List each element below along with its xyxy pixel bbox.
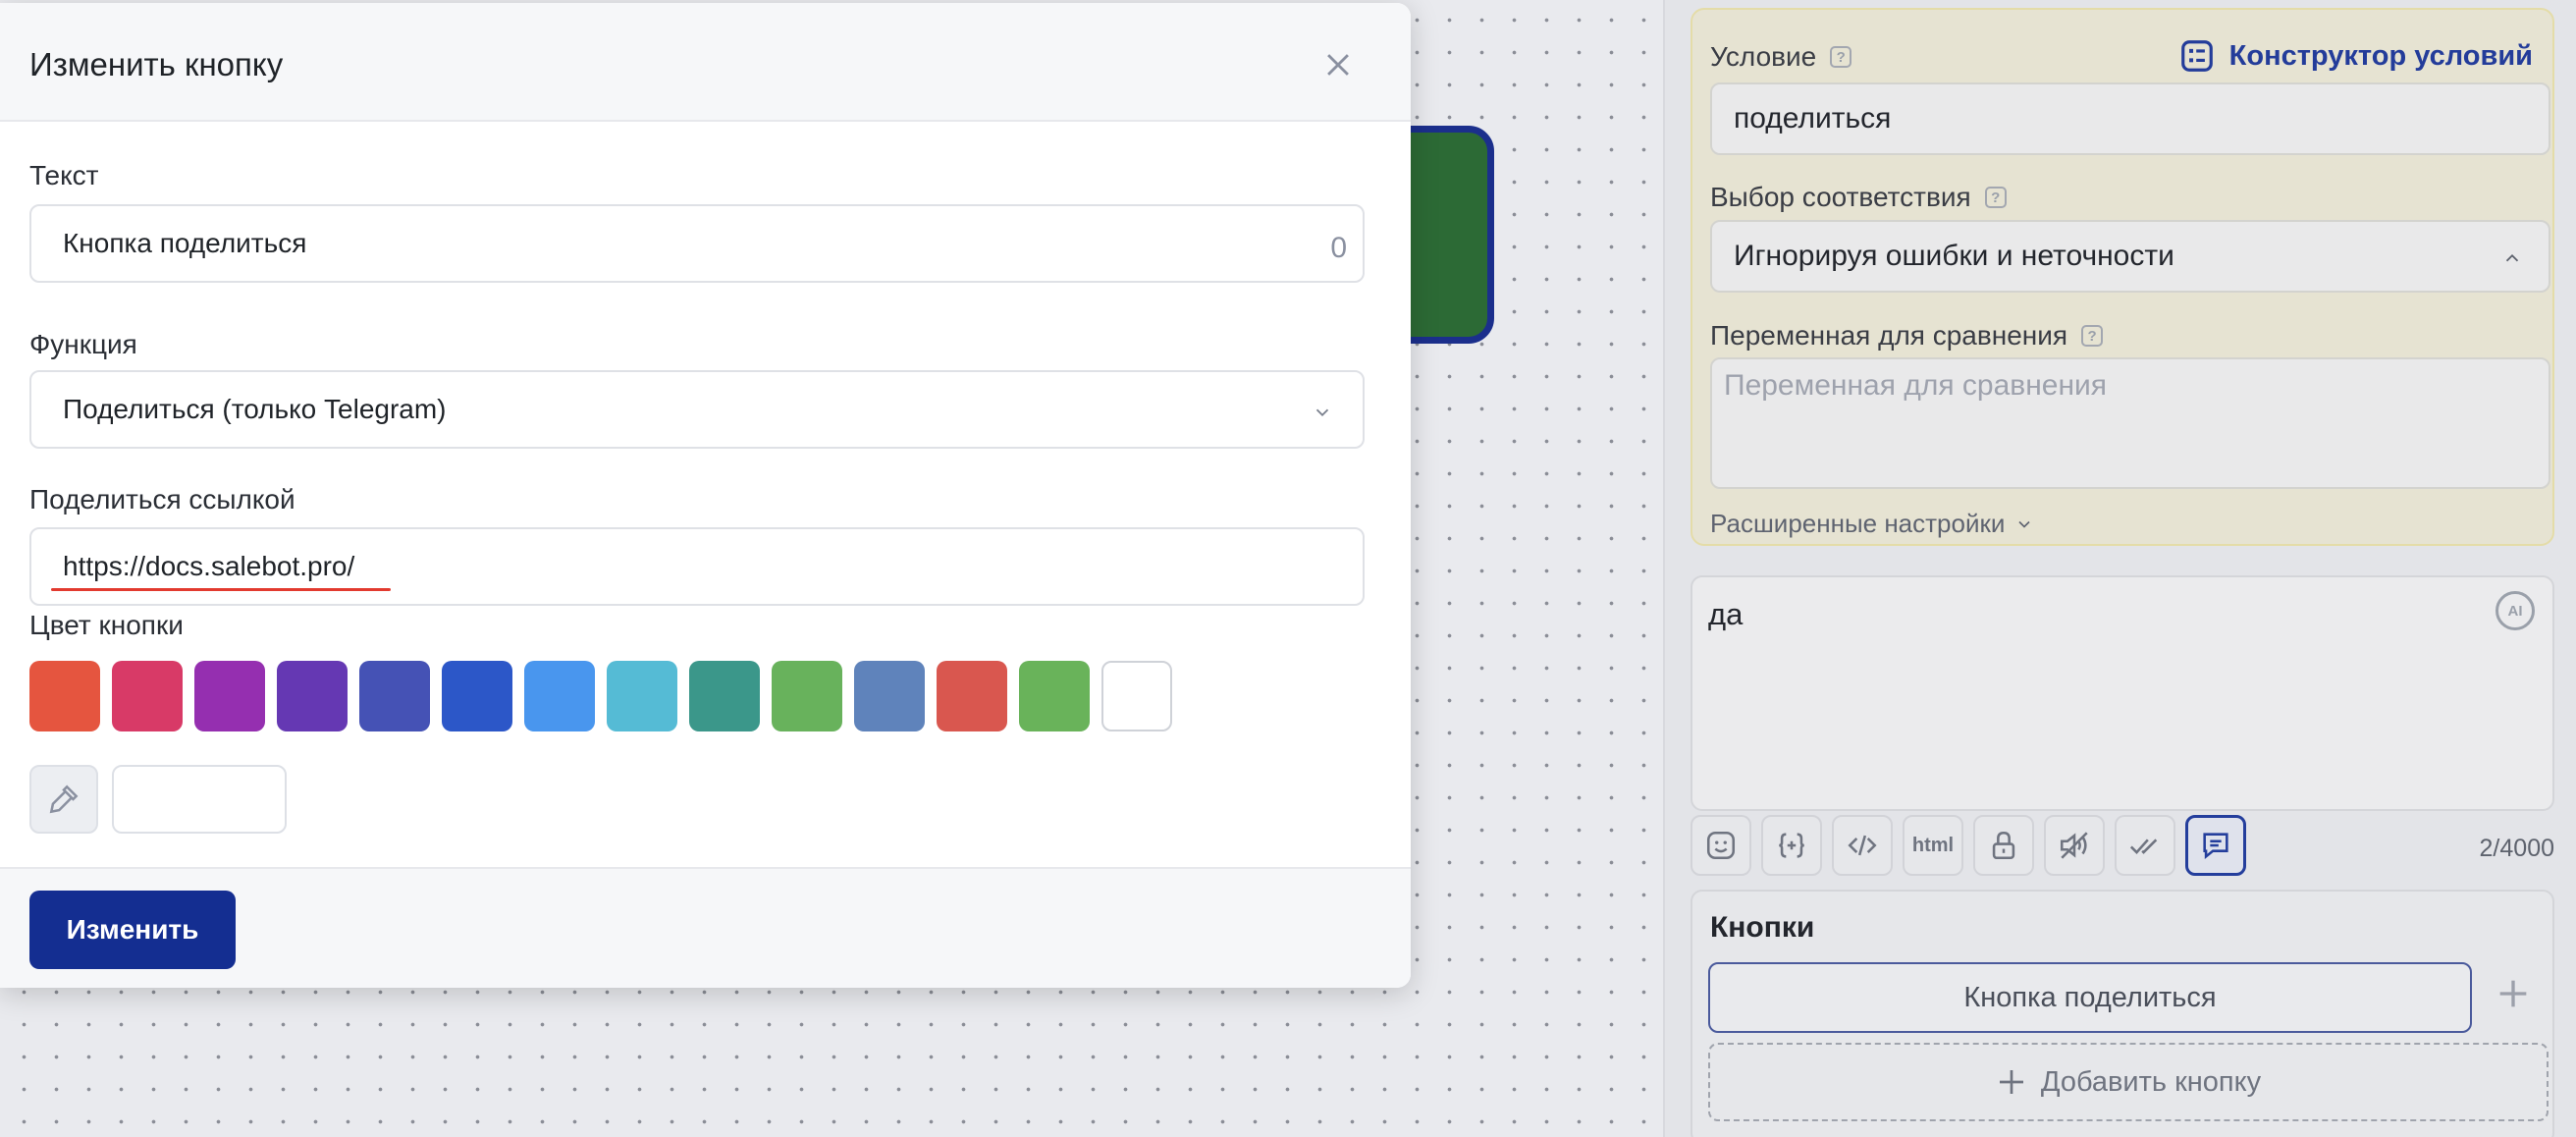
hex-color-input[interactable] xyxy=(112,765,287,834)
color-swatch[interactable] xyxy=(689,661,760,731)
chevron-down-icon xyxy=(1315,408,1329,417)
settings-panel: Условие ? Конструктор условий поделиться… xyxy=(1663,0,2576,1137)
compare-variable-input[interactable]: Переменная для сравнения xyxy=(1710,357,2550,489)
close-icon[interactable] xyxy=(1321,48,1355,81)
braces-icon xyxy=(1779,833,1804,858)
color-swatch[interactable] xyxy=(524,661,595,731)
button-text-input[interactable]: Кнопка поделиться 0 xyxy=(29,204,1365,283)
color-swatch[interactable] xyxy=(29,661,100,731)
function-select[interactable]: Поделиться (только Telegram) xyxy=(29,370,1365,449)
mute-sound-button[interactable] xyxy=(2044,815,2105,876)
modal-header: Изменить кнопку xyxy=(0,3,1411,122)
ai-icon[interactable]: AI xyxy=(2496,591,2535,630)
share-link-label: Поделиться ссылкой xyxy=(29,484,295,514)
color-swatch[interactable] xyxy=(1019,661,1090,731)
match-select[interactable]: Игнорируя ошибки и неточности xyxy=(1710,220,2550,293)
code-button[interactable] xyxy=(1832,815,1893,876)
read-receipt-button[interactable] xyxy=(2115,815,2175,876)
share-link-input[interactable]: https://docs.salebot.pro/ xyxy=(29,527,1365,606)
text-counter: 0 xyxy=(1330,232,1347,264)
edit-button-modal: Изменить кнопку Текст Кнопка поделиться … xyxy=(0,3,1411,988)
help-icon[interactable]: ? xyxy=(1984,187,2007,208)
color-swatch[interactable] xyxy=(607,661,677,731)
buttons-card: Кнопки Кнопка поделиться Добавить кнопку xyxy=(1690,890,2554,1137)
color-swatch[interactable] xyxy=(937,661,1007,731)
html-button[interactable]: html xyxy=(1903,815,1963,876)
message-textarea[interactable]: да AI xyxy=(1690,575,2554,811)
help-icon[interactable]: ? xyxy=(1830,46,1852,68)
modal-footer: Изменить xyxy=(0,867,1411,988)
char-counter: 2/4000 xyxy=(2479,835,2554,862)
color-swatch[interactable] xyxy=(112,661,183,731)
bot-button-item[interactable]: Кнопка поделиться xyxy=(1708,962,2472,1033)
buttons-title: Кнопки xyxy=(1710,911,1815,944)
add-button-button[interactable]: Добавить кнопку xyxy=(1708,1043,2549,1121)
plus-icon xyxy=(1999,1070,2023,1094)
double-check-icon xyxy=(2129,839,2158,854)
color-swatches xyxy=(29,661,1172,731)
pipette-icon xyxy=(49,785,79,814)
submit-change-button[interactable]: Изменить xyxy=(29,891,236,969)
lock-icon xyxy=(1992,831,2015,860)
color-swatch[interactable] xyxy=(1101,661,1172,731)
color-label: Цвет кнопки xyxy=(29,610,184,640)
function-label: Функция xyxy=(29,329,137,359)
code-icon xyxy=(1848,835,1877,856)
message-mode-button[interactable] xyxy=(2185,815,2246,876)
color-swatch[interactable] xyxy=(854,661,925,731)
match-label: Выбор соответствия ? xyxy=(1710,182,2007,213)
message-toolbar: html xyxy=(1690,815,2246,876)
list-icon xyxy=(2180,40,2213,72)
variable-button[interactable] xyxy=(1761,815,1822,876)
color-swatch[interactable] xyxy=(194,661,265,731)
text-label: Текст xyxy=(29,160,99,190)
condition-input[interactable]: поделиться xyxy=(1710,82,2550,155)
color-swatch[interactable] xyxy=(772,661,842,731)
help-icon[interactable]: ? xyxy=(2081,325,2104,347)
color-swatch[interactable] xyxy=(359,661,430,731)
color-swatch[interactable] xyxy=(277,661,348,731)
emoji-button[interactable] xyxy=(1690,815,1751,876)
advanced-settings-toggle[interactable]: Расширенные настройки xyxy=(1710,509,2034,539)
lock-button[interactable] xyxy=(1973,815,2034,876)
condition-constructor-link[interactable]: Конструктор условий xyxy=(2178,37,2533,75)
compare-label: Переменная для сравнения ? xyxy=(1710,320,2104,352)
color-picker-button[interactable] xyxy=(29,765,98,834)
modal-title: Изменить кнопку xyxy=(29,46,284,82)
plus-icon[interactable] xyxy=(2494,974,2533,1013)
chat-bubble-icon xyxy=(2203,833,2228,859)
spellcheck-underline xyxy=(51,588,391,591)
sound-off-icon xyxy=(2060,832,2088,859)
chevron-up-icon xyxy=(2505,253,2519,262)
emoji-icon xyxy=(1706,831,1736,860)
chevron-down-icon xyxy=(2018,520,2030,528)
color-swatch[interactable] xyxy=(442,661,512,731)
condition-card: Условие ? Конструктор условий поделиться… xyxy=(1690,8,2554,546)
condition-label: Условие ? xyxy=(1710,41,1852,73)
